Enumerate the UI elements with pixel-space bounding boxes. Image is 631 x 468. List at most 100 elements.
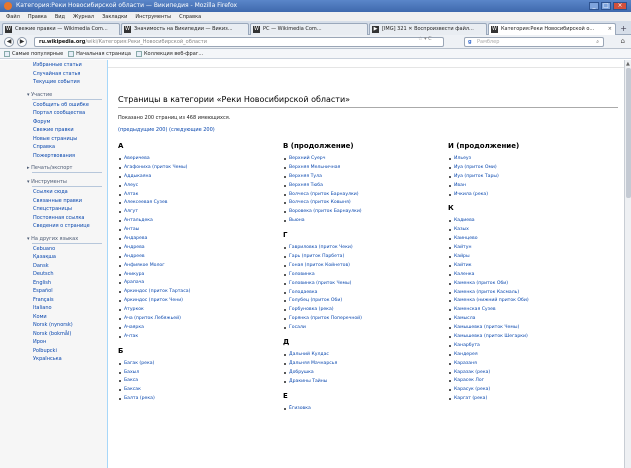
menu-tools[interactable]: Инструменты bbox=[135, 14, 171, 20]
sidebar-link[interactable]: Кoми bbox=[33, 314, 47, 320]
category-entry-link[interactable]: Ёгизовка bbox=[283, 406, 463, 415]
category-entry-link[interactable]: Антаы bbox=[118, 227, 298, 236]
category-entry-link[interactable]: Аддыкаяна bbox=[118, 174, 298, 183]
category-entry-link[interactable]: Каинцево bbox=[448, 236, 624, 245]
tab-image[interactable]: ▶ [IMG] 321 ✕ Воспроизвести файл... bbox=[369, 23, 487, 35]
minimize-button[interactable]: _ bbox=[589, 2, 599, 10]
category-entry-link[interactable]: Казых bbox=[448, 227, 624, 236]
close-tab-icon[interactable]: × bbox=[608, 24, 612, 34]
category-entry-link[interactable]: Каленка bbox=[448, 272, 624, 281]
category-entry-link[interactable]: Добрушка bbox=[283, 370, 463, 379]
menu-history[interactable]: Журнал bbox=[73, 14, 94, 20]
sidebar-link[interactable]: Свежие правки bbox=[33, 127, 74, 133]
bookmark-web-slice[interactable]: Коллекция веб-фраг... bbox=[135, 50, 203, 57]
url-bar-icons[interactable]: ☆ ▾ C bbox=[418, 36, 432, 42]
sidebar-link[interactable]: Портал сообщества bbox=[33, 110, 85, 116]
category-entry-link[interactable]: Верхняя Мельничная bbox=[283, 165, 463, 174]
category-entry-link[interactable]: Кайры bbox=[448, 254, 624, 263]
category-entry-link[interactable]: Атуркок bbox=[118, 307, 298, 316]
category-entry-link[interactable]: Госали bbox=[283, 325, 463, 334]
category-entry-link[interactable]: Ичкила (река) bbox=[448, 192, 624, 201]
sidebar-link[interactable]: Español bbox=[33, 288, 53, 294]
menu-view[interactable]: Вид bbox=[55, 14, 65, 20]
category-entry-link[interactable]: Каргат (река) bbox=[448, 396, 624, 405]
category-entry-link[interactable]: Балта (река) bbox=[118, 396, 298, 405]
sidebar-link[interactable]: Deutsch bbox=[33, 271, 54, 277]
sidebar-section-heading[interactable]: ▾ Инструменты bbox=[27, 179, 67, 185]
close-window-button[interactable]: × bbox=[613, 2, 627, 10]
category-entry-link[interactable]: Бакса bbox=[118, 378, 298, 387]
category-entry-link[interactable]: Воровека (приток Барнаулки) bbox=[283, 209, 463, 218]
sidebar-link[interactable]: Избранные статьи bbox=[33, 62, 82, 68]
category-entry-link[interactable]: Иуа (приток Оми) bbox=[448, 165, 624, 174]
search-icon[interactable]: ⌕ bbox=[596, 38, 599, 46]
sidebar-link[interactable]: Norsk (bokmål) bbox=[33, 331, 71, 337]
category-entry-link[interactable]: Кайтун bbox=[448, 245, 624, 254]
category-entry-link[interactable]: Андрева bbox=[118, 245, 298, 254]
vertical-scrollbar[interactable]: ▲ bbox=[624, 60, 631, 468]
category-entry-link[interactable]: Алексеевая Сузев bbox=[118, 200, 298, 209]
category-entry-link[interactable]: Головинка (приток Чемы) bbox=[283, 281, 463, 290]
category-entry-link[interactable]: Верхняя Тюба bbox=[283, 183, 463, 192]
scroll-up-icon[interactable]: ▲ bbox=[626, 61, 630, 67]
sidebar-link[interactable]: Ссылки сюда bbox=[33, 189, 68, 195]
category-entry-link[interactable]: Каразаня bbox=[448, 361, 624, 370]
sidebar-link[interactable]: Справка bbox=[33, 144, 55, 150]
category-entry-link[interactable]: Верхняя Тула bbox=[283, 174, 463, 183]
next-page-link[interactable]: (следующие 200) bbox=[169, 127, 215, 133]
category-entry-link[interactable]: Камысла bbox=[448, 316, 624, 325]
category-entry-link[interactable]: Аркиндос (приток Чени) bbox=[118, 298, 298, 307]
sidebar-link[interactable]: Пожертвования bbox=[33, 153, 75, 159]
category-entry-link[interactable]: Аверичева bbox=[118, 156, 298, 165]
tab-recent-changes[interactable]: W Свежие правки — Wikimedia Com... bbox=[2, 23, 120, 35]
category-entry-link[interactable]: Алгут bbox=[118, 209, 298, 218]
sidebar-link[interactable]: Постоянная ссылка bbox=[33, 215, 84, 221]
sidebar-link[interactable]: Сведения о странице bbox=[33, 223, 90, 229]
sidebar-link[interactable]: Cebuano bbox=[33, 246, 55, 252]
sidebar-link[interactable]: Polbupcki bbox=[33, 348, 57, 354]
tab-pc-commons[interactable]: W PC — Wikimedia Com... bbox=[250, 23, 368, 35]
category-entry-link[interactable]: Ачтак bbox=[118, 334, 298, 343]
sidebar-link[interactable]: Спецстраницы bbox=[33, 206, 72, 212]
back-button[interactable]: ◀ bbox=[4, 37, 14, 47]
category-entry-link[interactable]: Андарева bbox=[118, 236, 298, 245]
category-entry-link[interactable]: Канарбута bbox=[448, 343, 624, 352]
category-entry-link[interactable]: Гарь (приток Парбета) bbox=[283, 254, 463, 263]
prev-page-link[interactable]: (предыдущие 200) bbox=[118, 127, 167, 133]
sidebar-link[interactable]: Dansk bbox=[33, 263, 49, 269]
category-entry-link[interactable]: Дальняя Мачнарсья bbox=[283, 361, 463, 370]
category-entry-link[interactable]: Ильеуз bbox=[448, 156, 624, 165]
sidebar-link[interactable]: Norsk (nynorsk) bbox=[33, 322, 73, 328]
category-entry-link[interactable]: Ачаярка bbox=[118, 325, 298, 334]
category-entry-link[interactable]: Верхний Суерч bbox=[283, 156, 463, 165]
bookmark-start-page[interactable]: Начальная страница bbox=[68, 50, 131, 57]
sidebar-link[interactable]: Сообщить об ошибке bbox=[33, 102, 89, 108]
menu-edit[interactable]: Правка bbox=[28, 14, 47, 20]
category-entry-link[interactable]: Андреев bbox=[118, 254, 298, 263]
category-entry-link[interactable]: Багак (река) bbox=[118, 361, 298, 370]
category-entry-link[interactable]: Горбуновка (река) bbox=[283, 307, 463, 316]
category-entry-link[interactable]: Вьюна bbox=[283, 218, 463, 227]
category-entry-link[interactable]: Баксак bbox=[118, 387, 298, 396]
scroll-thumb[interactable] bbox=[626, 68, 631, 198]
category-entry-link[interactable]: Агафонихa (приток Чемы) bbox=[118, 165, 298, 174]
category-entry-link[interactable]: Кадиева bbox=[448, 218, 624, 227]
sidebar-section-heading[interactable]: ▸ Печать/экспорт bbox=[27, 165, 72, 171]
sidebar-link[interactable]: Новые страницы bbox=[33, 136, 77, 142]
sidebar-section-heading[interactable]: ▾ На других языках bbox=[27, 236, 78, 242]
home-icon[interactable]: ⌂ bbox=[621, 37, 625, 45]
category-entry-link[interactable]: Головинка bbox=[283, 272, 463, 281]
category-entry-link[interactable]: Волчеса (приток Ковыня) bbox=[283, 200, 463, 209]
sidebar-section-heading[interactable]: ▾ Участие bbox=[27, 92, 52, 98]
menu-bookmarks[interactable]: Закладки bbox=[102, 14, 127, 20]
menu-help[interactable]: Справка bbox=[179, 14, 201, 20]
category-entry-link[interactable]: Дракины Тайны bbox=[283, 379, 463, 388]
search-engine-icon[interactable]: g bbox=[468, 38, 472, 46]
category-entry-link[interactable]: Гавриловка (приток Чеки) bbox=[283, 245, 463, 254]
category-entry-link[interactable]: Горянка (приток Поперечной) bbox=[283, 316, 463, 325]
category-entry-link[interactable]: Бахыл bbox=[118, 370, 298, 379]
maximize-button[interactable]: □ bbox=[601, 2, 611, 10]
category-entry-link[interactable]: Иуа (приток Тары) bbox=[448, 174, 624, 183]
sidebar-link[interactable]: Français bbox=[33, 297, 54, 303]
category-entry-link[interactable]: Дальний Кулдас bbox=[283, 352, 463, 361]
